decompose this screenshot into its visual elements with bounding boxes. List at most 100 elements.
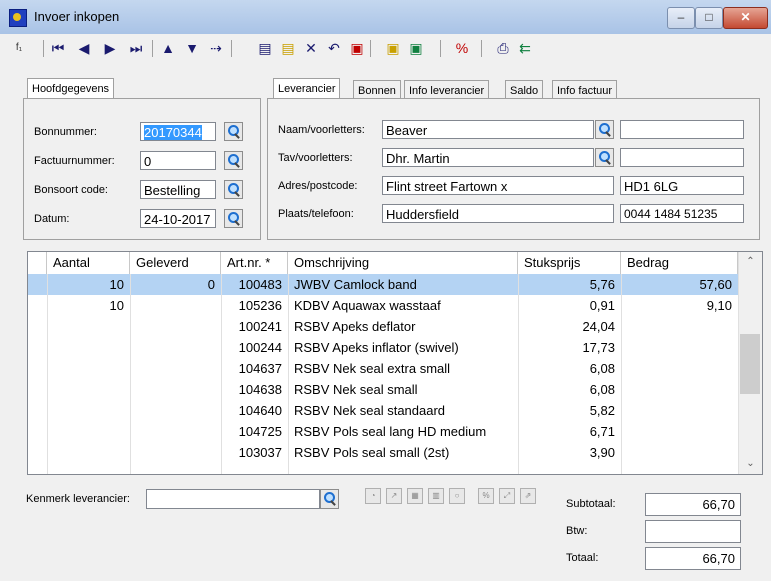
maximize-button[interactable]: □ xyxy=(695,7,723,29)
previous-record-icon[interactable]: ◀ xyxy=(74,39,94,57)
print-icon[interactable]: ⎙ xyxy=(493,39,513,57)
cell-geleverd[interactable] xyxy=(130,442,221,463)
datum-search-icon[interactable] xyxy=(224,209,243,228)
scroll-down-icon[interactable]: ⌄ xyxy=(739,454,762,474)
factuurnummer-input[interactable]: 0 xyxy=(140,151,216,170)
cell-omschrijving[interactable]: RSBV Apeks deflator xyxy=(288,316,518,337)
plaats-input[interactable]: Huddersfield xyxy=(382,204,614,223)
column-header-aantal[interactable]: Aantal xyxy=(47,252,130,274)
cell-aantal[interactable]: 10 xyxy=(47,274,130,295)
last-record-icon[interactable]: ⏭ xyxy=(126,39,146,57)
filter-icon[interactable]: f₁ xyxy=(9,39,29,57)
report-icon[interactable]: ▣ xyxy=(383,39,403,57)
bonnummer-search-icon[interactable] xyxy=(224,122,243,141)
cell-bedrag[interactable] xyxy=(621,337,738,358)
adres-input[interactable]: Flint street Fartown x xyxy=(382,176,614,195)
insert-row-icon[interactable]: ⇢ xyxy=(206,39,226,57)
cell-stuksprijs[interactable]: 6,08 xyxy=(518,379,621,400)
pie-chart-icon[interactable]: ◔ xyxy=(365,488,381,504)
move-down-icon[interactable]: ▼ xyxy=(182,39,202,57)
cell-stuksprijs[interactable]: 6,71 xyxy=(518,421,621,442)
minimize-button[interactable]: – xyxy=(667,7,695,29)
cell-artnr[interactable]: 103037 xyxy=(221,442,288,463)
table-row[interactable]: 104725 RSBV Pols seal lang HD medium 6,71 xyxy=(28,421,738,442)
cell-geleverd[interactable]: 0 xyxy=(130,274,221,295)
cell-omschrijving[interactable]: RSBV Pols seal small (2st) xyxy=(288,442,518,463)
cell-artnr[interactable]: 104640 xyxy=(221,400,288,421)
line-chart-icon[interactable]: ↗ xyxy=(386,488,402,504)
column-header-bedrag[interactable]: Bedrag xyxy=(621,252,738,274)
table-icon[interactable]: ▦ xyxy=(407,488,423,504)
naam-search-icon[interactable] xyxy=(595,120,614,139)
tav-input[interactable]: Dhr. Martin xyxy=(382,148,594,167)
cell-artnr[interactable]: 100244 xyxy=(221,337,288,358)
cell-bedrag[interactable]: 9,10 xyxy=(621,295,738,316)
cell-stuksprijs[interactable]: 3,90 xyxy=(518,442,621,463)
cell-bedrag[interactable] xyxy=(621,421,738,442)
cell-aantal[interactable]: 10 xyxy=(47,295,130,316)
undo-icon[interactable]: ↶ xyxy=(324,39,344,57)
grid-scrollbar[interactable]: ⌃ ⌄ xyxy=(738,252,762,474)
table-row[interactable]: 103037 RSBV Pols seal small (2st) 3,90 xyxy=(28,442,738,463)
table-row[interactable]: 10 105236 KDBV Aquawax wasstaaf 0,91 9,10 xyxy=(28,295,738,316)
articles-grid[interactable]: Aantal Geleverd Art.nr. * Omschrijving S… xyxy=(27,251,763,475)
cell-geleverd[interactable] xyxy=(130,379,221,400)
cell-bedrag[interactable] xyxy=(621,400,738,421)
bonsoort-input[interactable]: Bestelling xyxy=(140,180,216,199)
column-header-omschrijving[interactable]: Omschrijving xyxy=(288,252,518,274)
circle-icon[interactable]: ○ xyxy=(449,488,465,504)
tav-search-icon[interactable] xyxy=(595,148,614,167)
cell-stuksprijs[interactable]: 6,08 xyxy=(518,358,621,379)
save-icon[interactable]: ▤ xyxy=(255,39,275,57)
first-record-icon[interactable]: ⏮ xyxy=(48,39,68,57)
factuurnummer-search-icon[interactable] xyxy=(224,151,243,170)
process-icon[interactable]: ⇇ xyxy=(515,39,535,57)
table-row[interactable]: 100244 RSBV Apeks inflator (swivel) 17,73 xyxy=(28,337,738,358)
cell-geleverd[interactable] xyxy=(130,295,221,316)
telefoon-input[interactable]: 0044 1484 51235 xyxy=(620,204,744,223)
calculator-icon[interactable]: ▥ xyxy=(428,488,444,504)
hundred-percent-icon[interactable]: % xyxy=(478,488,494,504)
bonsoort-search-icon[interactable] xyxy=(224,180,243,199)
cell-geleverd[interactable] xyxy=(130,316,221,337)
copy-icon[interactable]: ▣ xyxy=(347,39,367,57)
cell-stuksprijs[interactable]: 0,91 xyxy=(518,295,621,316)
cell-omschrijving[interactable]: RSBV Nek seal small xyxy=(288,379,518,400)
close-button[interactable]: ✕ xyxy=(723,7,768,29)
postcode-input[interactable]: HD1 6LG xyxy=(620,176,744,195)
cell-stuksprijs[interactable]: 5,82 xyxy=(518,400,621,421)
cell-omschrijving[interactable]: RSBV Pols seal lang HD medium xyxy=(288,421,518,442)
naam-input[interactable]: Beaver xyxy=(382,120,594,139)
title-bar[interactable]: Invoer inkopen – □ ✕ xyxy=(0,0,771,35)
cell-artnr[interactable]: 100241 xyxy=(221,316,288,337)
cell-aantal[interactable] xyxy=(47,358,130,379)
cell-bedrag[interactable] xyxy=(621,442,738,463)
cell-omschrijving[interactable]: JWBV Camlock band xyxy=(288,274,518,295)
table-row[interactable]: 100241 RSBV Apeks deflator 24,04 xyxy=(28,316,738,337)
column-header-geleverd[interactable]: Geleverd xyxy=(130,252,221,274)
table-row[interactable]: 104638 RSBV Nek seal small 6,08 xyxy=(28,379,738,400)
cell-stuksprijs[interactable]: 24,04 xyxy=(518,316,621,337)
export-icon[interactable]: ▣ xyxy=(406,39,426,57)
table-row[interactable]: 104640 RSBV Nek seal standaard 5,82 xyxy=(28,400,738,421)
cell-geleverd[interactable] xyxy=(130,421,221,442)
kenmerk-search-icon[interactable] xyxy=(320,489,339,509)
cell-geleverd[interactable] xyxy=(130,337,221,358)
cell-omschrijving[interactable]: KDBV Aquawax wasstaaf xyxy=(288,295,518,316)
new-document-icon[interactable]: ▤ xyxy=(278,39,298,57)
column-header-stuksprijs[interactable]: Stuksprijs xyxy=(518,252,621,274)
cell-bedrag[interactable] xyxy=(621,379,738,400)
cell-stuksprijs[interactable]: 5,76 xyxy=(518,274,621,295)
table-row[interactable]: 10 0 100483 JWBV Camlock band 5,76 57,60 xyxy=(28,274,738,295)
naam-extra-input[interactable] xyxy=(620,120,744,139)
scroll-up-icon[interactable]: ⌃ xyxy=(739,252,762,272)
kenmerk-input[interactable] xyxy=(146,489,320,509)
zoom-icon[interactable]: ⤢ xyxy=(499,488,515,504)
cell-bedrag[interactable]: 57,60 xyxy=(621,274,738,295)
cell-omschrijving[interactable]: RSBV Apeks inflator (swivel) xyxy=(288,337,518,358)
cell-aantal[interactable] xyxy=(47,421,130,442)
move-up-icon[interactable]: ▲ xyxy=(158,39,178,57)
cell-omschrijving[interactable]: RSBV Nek seal extra small xyxy=(288,358,518,379)
table-row[interactable]: 104637 RSBV Nek seal extra small 6,08 xyxy=(28,358,738,379)
cell-geleverd[interactable] xyxy=(130,400,221,421)
